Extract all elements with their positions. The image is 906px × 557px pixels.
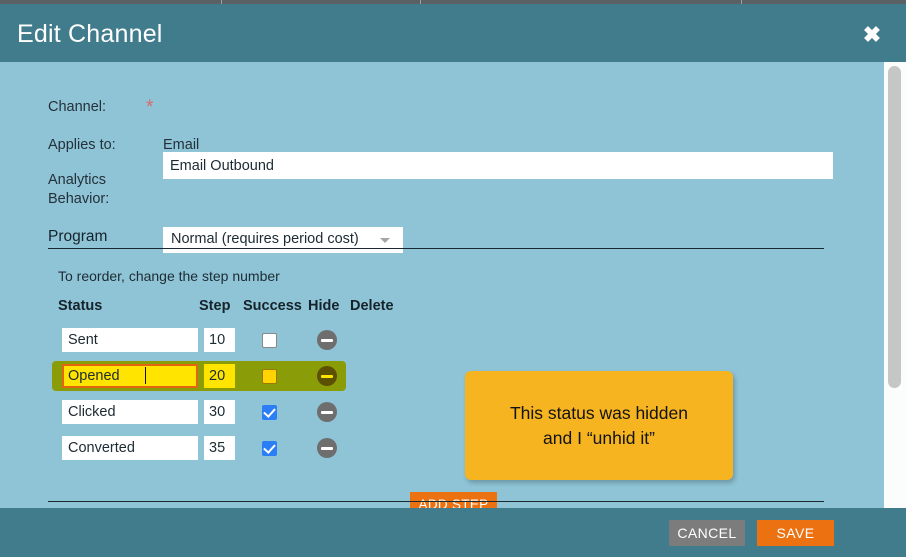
status-input[interactable]: [62, 400, 198, 424]
annotation-line-1: This status was hidden: [509, 402, 688, 423]
column-header-step: Step: [199, 298, 231, 314]
analytics-behavior-selected-value: Normal (requires period cost): [171, 231, 359, 247]
column-header-status: Status: [58, 298, 103, 314]
status-input[interactable]: [62, 436, 198, 460]
program-section-heading: Program: [48, 228, 108, 245]
edit-channel-dialog: Edit Channel ✖ Channel: * Applies to: Em…: [0, 4, 906, 557]
minus-circle-icon[interactable]: [317, 330, 337, 350]
minus-bar: [321, 446, 333, 450]
table-row: [52, 325, 346, 355]
program-section-divider: [48, 248, 824, 249]
scrollbar-thumb[interactable]: [888, 66, 901, 388]
chevron-down-icon: [380, 238, 390, 243]
success-checkbox[interactable]: [262, 441, 277, 456]
minus-bar: [321, 338, 333, 342]
checkmark-icon: [263, 441, 276, 454]
analytics-behavior-select[interactable]: Normal (requires period cost): [163, 227, 403, 253]
save-button[interactable]: SAVE: [757, 520, 834, 546]
annotation-callout: This status was hidden and I “unhid it”: [465, 371, 733, 480]
step-number-input[interactable]: [204, 436, 235, 460]
text-cursor: [145, 367, 146, 384]
status-input[interactable]: [62, 328, 198, 352]
minus-circle-icon[interactable]: [317, 438, 337, 458]
table-row: [52, 397, 346, 427]
column-header-delete: Delete: [350, 298, 394, 314]
success-checkbox[interactable]: [262, 333, 277, 348]
minus-circle-icon[interactable]: [317, 366, 337, 386]
applies-to-value: Email: [163, 137, 200, 153]
success-checkbox[interactable]: [262, 369, 277, 384]
channel-input[interactable]: [163, 152, 833, 179]
close-icon[interactable]: ✖: [860, 24, 884, 46]
analytics-behavior-label-line2: Behavior:: [48, 191, 110, 207]
success-checkbox[interactable]: [262, 405, 277, 420]
channel-label: Channel:: [48, 99, 107, 115]
minus-bar: [321, 410, 333, 414]
applies-to-label: Applies to:: [48, 137, 116, 153]
required-asterisk: *: [146, 97, 154, 118]
page-title: Edit Channel: [17, 20, 163, 48]
cancel-button[interactable]: CANCEL: [669, 520, 745, 546]
column-header-hide: Hide: [308, 298, 340, 314]
step-number-input[interactable]: [204, 364, 235, 388]
dialog-footer: CANCEL SAVE: [0, 508, 906, 557]
status-input[interactable]: [62, 364, 198, 388]
minus-circle-icon[interactable]: [317, 402, 337, 422]
checkmark-icon: [263, 405, 276, 418]
vertical-scrollbar[interactable]: [884, 62, 906, 512]
analytics-behavior-label-line1: Analytics: [48, 172, 107, 188]
dialog-content: Channel: * Applies to: Email Analytics B…: [0, 62, 906, 512]
dialog-titlebar: Edit Channel ✖: [0, 4, 906, 62]
column-header-success: Success: [243, 298, 302, 314]
annotation-callout-text: This status was hidden and I “unhid it”: [510, 401, 688, 451]
reorder-hint: To reorder, change the step number: [58, 268, 280, 284]
minus-bar: [321, 374, 333, 378]
table-row: [52, 361, 346, 391]
step-number-input[interactable]: [204, 328, 235, 352]
table-row: [52, 433, 346, 463]
annotation-line-2: and I “unhid it”: [543, 427, 655, 448]
hidden-steps-divider: [48, 501, 824, 502]
step-number-input[interactable]: [204, 400, 235, 424]
